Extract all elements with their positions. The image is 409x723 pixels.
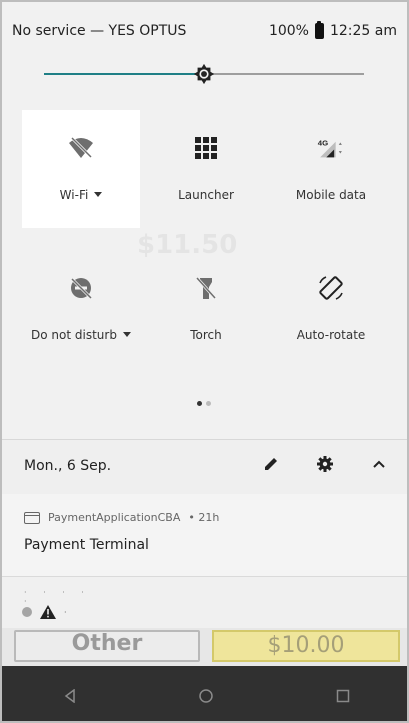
overflow-tiny-dot: · (64, 607, 67, 617)
clock: 12:25 am (329, 23, 397, 39)
status-bar: No service — YES OPTUS 100% 12:25 am (12, 20, 397, 42)
tile-label-wifi: Wi-Fi (59, 188, 89, 202)
edit-icon[interactable] (261, 454, 281, 474)
app-underlay: Other $10.00 (2, 628, 407, 666)
network-type-badge: 4G (318, 139, 328, 148)
status-right: 100% 12:25 am (268, 21, 397, 39)
tile-label-mobile-data: Mobile data (295, 188, 367, 202)
battery-percent: 100% (268, 23, 309, 39)
notification-title: Payment Terminal (24, 537, 149, 553)
mobile-data-icon: 4G (318, 139, 342, 158)
wifi-dropdown-caret[interactable] (94, 192, 103, 197)
tile-mobile-data[interactable]: 4G Mobile data (272, 110, 390, 228)
battery-icon (314, 21, 324, 39)
overflow-dots: · · · · · (24, 588, 91, 606)
notification-shade: $11.50 No service — YES OPTUS 100% 12:25… (0, 0, 409, 723)
torch-off-icon (195, 276, 217, 300)
tile-wifi[interactable]: Wi-Fi (22, 110, 140, 228)
notification-dot-icon (22, 607, 32, 617)
recents-icon[interactable] (331, 684, 355, 708)
tile-do-not-disturb[interactable]: Do not disturb (22, 250, 140, 368)
tile-auto-rotate[interactable]: Auto-rotate (272, 250, 390, 368)
page-indicator (197, 401, 211, 406)
date-actions (261, 454, 389, 474)
carrier-text: No service — YES OPTUS (12, 23, 187, 39)
tile-label-do-not-disturb: Do not disturb (31, 328, 117, 342)
tile-label-launcher: Launcher (178, 188, 234, 202)
preset-amount-button[interactable]: $10.00 (212, 630, 400, 662)
payment-card-icon (24, 511, 40, 524)
tile-label-torch: Torch (190, 328, 222, 342)
notification-payment[interactable]: PaymentApplicationCBA • 21h Payment Term… (2, 494, 407, 577)
home-icon[interactable] (194, 684, 218, 708)
warning-icon (40, 605, 56, 619)
brightness-icon[interactable] (193, 63, 215, 85)
notification-header: PaymentApplicationCBA • 21h (24, 511, 219, 524)
other-amount-button[interactable]: Other (14, 630, 200, 662)
tile-label-auto-rotate: Auto-rotate (296, 328, 366, 342)
settings-gear-icon[interactable] (315, 454, 335, 474)
page-dot-1 (197, 401, 202, 406)
wifi-off-icon (69, 136, 93, 159)
collapse-chevron-icon[interactable] (369, 454, 389, 474)
dnd-dropdown-caret[interactable] (122, 332, 131, 337)
navigation-bar (2, 666, 407, 721)
date-text: Mon., 6 Sep. (24, 458, 112, 474)
do-not-disturb-off-icon (70, 277, 93, 300)
notification-app-name: PaymentApplicationCBA (48, 511, 181, 524)
back-icon[interactable] (58, 684, 82, 708)
notification-overflow[interactable]: · · · · · · (2, 577, 407, 629)
brightness-fill (44, 73, 204, 75)
page-dot-2 (206, 401, 211, 406)
brightness-slider[interactable] (2, 58, 407, 90)
launcher-grid-icon (195, 137, 217, 159)
auto-rotate-icon (319, 276, 343, 300)
date-row: Mon., 6 Sep. (2, 439, 407, 495)
overflow-icons: · (22, 605, 67, 619)
tile-torch[interactable]: Torch (147, 250, 265, 368)
notification-age: • 21h (188, 511, 220, 524)
tile-launcher[interactable]: Launcher (147, 110, 265, 228)
